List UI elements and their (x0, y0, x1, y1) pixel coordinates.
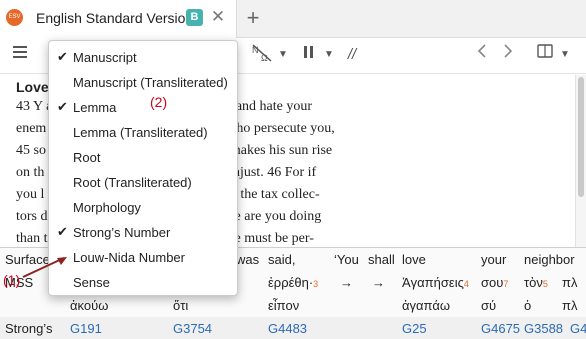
interlinear-cell[interactable]: ὅτι (173, 298, 188, 313)
interlinear-cell[interactable]: love (402, 252, 426, 267)
word-index: 5 (542, 279, 548, 289)
checkmark-icon: ✔ (57, 99, 68, 114)
menu-item-label: Root (73, 150, 101, 165)
menu-icon[interactable] (8, 43, 32, 67)
interlinear-cell[interactable]: σύ (481, 298, 496, 313)
tab-english-standard-version[interactable]: ESV English Standard Version B ✕ (0, 0, 237, 38)
menu-item-label: Louw-Nida Number (73, 250, 185, 265)
annotation-arrow-icon (22, 257, 67, 278)
interlinear-cell[interactable]: ἀκούω (70, 298, 108, 313)
interlinear-lines-menu: ✔ Manuscript Manuscript (Transliterated)… (48, 40, 238, 296)
interlinear-cell[interactable]: εἶπον (268, 298, 299, 313)
interlinear-cell[interactable]: said, (268, 252, 295, 267)
menu-item-label: Lemma (73, 100, 117, 115)
menu-item-label: Morphology (73, 200, 141, 215)
interlinear-dropdown-chevron-icon[interactable]: ▼ (276, 43, 290, 67)
reader-scrollbar[interactable] (575, 75, 586, 247)
menu-item-label: Root (Transliterated) (73, 175, 192, 190)
word-index: 7 (503, 279, 509, 289)
menu-item-louw-nida-number[interactable]: Louw-Nida Number (49, 245, 237, 270)
interlinear-cell[interactable]: shall (368, 252, 395, 267)
row-label: Strong’s (5, 321, 53, 336)
interlinear-cell[interactable]: ἀγαπάω (402, 298, 450, 313)
checkmark-icon: ✔ (57, 49, 68, 64)
strongs-link[interactable]: G4483 (268, 321, 307, 336)
menu-item-sense[interactable]: Sense (49, 270, 237, 295)
menu-item-label: Manuscript (73, 50, 137, 65)
menu-item-lemma[interactable]: ✔ Lemma (49, 95, 237, 120)
columns-icon[interactable] (298, 43, 320, 67)
back-icon[interactable] (473, 43, 491, 67)
tab-bar: ESV English Standard Version B ✕ + (0, 0, 586, 38)
strongs-link[interactable]: G191 (70, 321, 102, 336)
menu-item-label: Sense (73, 275, 110, 290)
interlinear-cell: → (340, 275, 353, 290)
menu-item-root-transliterated[interactable]: Root (Transliterated) (49, 170, 237, 195)
scrollbar-thumb[interactable] (578, 77, 584, 197)
menu-item-lemma-transliterated[interactable]: Lemma (Transliterated) (49, 120, 237, 145)
menu-item-label: Manuscript (Transliterated) (73, 75, 228, 90)
strongs-link[interactable]: G4675 (481, 321, 520, 336)
interlinear-cell[interactable]: τὸν5 (524, 275, 548, 290)
interlinear-cell[interactable]: was (236, 252, 259, 267)
word-index: 4 (463, 279, 469, 289)
interlinear-row-lemma: ἀκούω ὅτι εἶπον ἀγαπάω σύ ὁ πλ (0, 294, 586, 317)
interlinear-cell[interactable]: σου7 (481, 275, 508, 290)
strongs-link[interactable]: G3588 (524, 321, 563, 336)
interlinear-cell[interactable]: πλ (562, 298, 577, 313)
menu-item-morphology[interactable]: Morphology (49, 195, 237, 220)
menu-item-strongs-number[interactable]: ✔ Strong’s Number (49, 220, 237, 245)
interlinear-cell[interactable]: πλ (562, 275, 577, 290)
interlinear-cell[interactable]: ἐρρέθη·3 (268, 275, 318, 290)
tab-badge[interactable]: B (186, 9, 203, 26)
checkmark-icon: ✔ (57, 224, 68, 239)
strongs-link[interactable]: G4 (570, 321, 586, 336)
greek-word: ἐρρέθη· (268, 275, 314, 290)
interlinear-cell[interactable]: neighbor (524, 252, 575, 267)
book-icon[interactable] (534, 43, 556, 67)
interlinear-cell: → (372, 275, 385, 290)
interlinear-cell[interactable]: ‘You (334, 252, 359, 267)
parallel-icon[interactable]: // (343, 43, 361, 67)
menu-item-manuscript-transliterated[interactable]: Manuscript (Transliterated) (49, 70, 237, 95)
close-icon[interactable]: ✕ (210, 7, 226, 27)
interlinear-cell[interactable]: ὁ (524, 298, 531, 313)
menu-item-manuscript[interactable]: ✔ Manuscript (49, 45, 237, 70)
greek-word: Ἀγαπήσεις (402, 275, 464, 290)
columns-dropdown-chevron-icon[interactable]: ▼ (322, 43, 336, 67)
app-logo-icon: ESV (6, 9, 23, 26)
greek-word: σου (481, 275, 504, 290)
menu-item-root[interactable]: Root (49, 145, 237, 170)
menu-item-label: Lemma (Transliterated) (73, 125, 208, 140)
annotation-2: (2) (150, 94, 168, 110)
section-heading: Love (16, 79, 49, 95)
word-index: 3 (313, 279, 319, 289)
forward-icon[interactable] (499, 43, 517, 67)
interlinear-cell[interactable]: Ἀγαπήσεις4 (402, 275, 469, 290)
interlinear-row-strongs: Strong’s G191 G3754 G4483 G25 G4675 G358… (0, 317, 586, 339)
interlinear-toggle-icon[interactable]: NΩ (250, 43, 274, 67)
interlinear-cell[interactable]: your (481, 252, 506, 267)
strongs-link[interactable]: G3754 (173, 321, 212, 336)
menu-item-label: Strong’s Number (73, 225, 171, 240)
greek-word: τὸν (524, 275, 543, 290)
annotation-1: (1) (3, 272, 21, 288)
tab-title: English Standard Version (36, 10, 194, 26)
strongs-link[interactable]: G25 (402, 321, 427, 336)
book-dropdown-chevron-icon[interactable]: ▼ (558, 43, 572, 67)
add-tab-button[interactable]: + (242, 5, 264, 31)
